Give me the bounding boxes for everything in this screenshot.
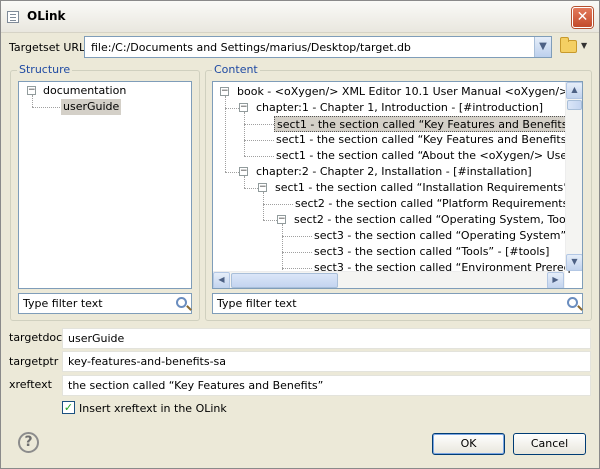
title-bar: OLink ✕ — [1, 1, 599, 33]
scroll-thumb[interactable] — [231, 273, 338, 288]
xreftext-label: xreftext — [9, 378, 52, 391]
tree-connector — [32, 95, 33, 107]
search-icon[interactable] — [567, 297, 578, 308]
collapse-icon[interactable]: − — [258, 183, 267, 192]
collapse-icon[interactable]: − — [239, 103, 248, 112]
scroll-up-button[interactable]: ▲ — [566, 82, 582, 99]
structure-filter-input[interactable]: Type filter text — [18, 293, 192, 314]
close-button[interactable]: ✕ — [572, 7, 593, 28]
structure-group-title: Structure — [17, 63, 73, 76]
collapse-icon[interactable]: − — [239, 167, 248, 176]
targetdoc-field[interactable]: userGuide — [62, 328, 591, 349]
targetptr-field[interactable]: key-features-and-benefits-sa — [62, 351, 591, 372]
chevron-down-icon[interactable]: ▼ — [534, 37, 551, 57]
folder-icon — [560, 37, 577, 53]
tree-connector — [225, 172, 239, 173]
tree-item-sect1-about[interactable]: sect1 - the section called “About the <o… — [276, 148, 582, 164]
tree-item-sect2-platform[interactable]: sect2 - the section called “Platform Req… — [295, 196, 582, 212]
tree-connector — [244, 188, 258, 189]
tree-connector — [282, 236, 312, 237]
dialog-title: OLink — [27, 9, 66, 23]
targetset-url-combo[interactable]: file:/C:/Documents and Settings/marius/D… — [84, 36, 552, 58]
tree-connector — [244, 176, 245, 188]
help-icon[interactable]: ? — [18, 432, 39, 453]
tree-connector — [32, 107, 60, 108]
tree-connector — [282, 268, 312, 269]
tree-connector — [263, 220, 277, 221]
content-tree[interactable]: − book - <oXygen/> XML Editor 10.1 User … — [212, 81, 583, 289]
tree-item-userguide[interactable]: userGuide — [61, 99, 122, 115]
tree-connector — [244, 124, 274, 125]
tree-item-sect3-operating-system[interactable]: sect3 - the section called “Operating Sy… — [314, 228, 582, 244]
tree-item-sect3-tools[interactable]: sect3 - the section called “Tools” - [#t… — [314, 244, 549, 260]
scroll-down-button[interactable]: ▼ — [566, 254, 582, 271]
content-group-title: Content — [212, 63, 260, 76]
tree-connector — [263, 204, 293, 205]
content-vertical-scrollbar[interactable]: ▲ ▼ — [565, 82, 582, 271]
scroll-left-button[interactable]: ◀ — [213, 272, 230, 288]
tree-item-sect1-key-features[interactable]: sect1 - the section called “Key Features… — [274, 116, 582, 132]
chevron-down-icon: ▼ — [581, 41, 588, 50]
dialog-icon — [7, 11, 19, 23]
insert-xreftext-checkbox[interactable]: ✓ — [62, 401, 75, 414]
collapse-icon[interactable]: − — [277, 215, 286, 224]
content-filter-input[interactable]: Type filter text — [212, 293, 583, 314]
targetdoc-label: targetdoc — [9, 331, 63, 344]
tree-connector — [244, 156, 274, 157]
targetset-url-label: Targetset URL — [9, 41, 86, 54]
search-icon[interactable] — [176, 297, 187, 308]
targetset-url-value: file:/C:/Documents and Settings/marius/D… — [91, 41, 411, 54]
cancel-button[interactable]: Cancel — [513, 433, 586, 455]
tree-connector — [244, 140, 274, 141]
content-horizontal-scrollbar[interactable]: ◀ ▶ — [213, 271, 565, 288]
browse-folder-button[interactable]: ▼ — [557, 36, 591, 58]
ok-button[interactable]: OK — [432, 433, 505, 455]
insert-xreftext-label[interactable]: Insert xreftext in the OLink — [79, 402, 227, 415]
scroll-right-button[interactable]: ▶ — [547, 272, 564, 288]
olink-dialog: OLink ✕ Targetset URL file:/C:/Documents… — [0, 0, 600, 469]
xreftext-field[interactable]: the section called “Key Features and Ben… — [62, 375, 591, 396]
tree-connector — [244, 112, 245, 156]
collapse-icon[interactable]: − — [220, 87, 229, 96]
targetptr-label: targetptr — [9, 355, 59, 368]
tree-item-sect1-key-features-2[interactable]: sect1 - the section called “Key Features… — [276, 132, 582, 148]
tree-connector — [282, 252, 312, 253]
tree-connector — [225, 108, 239, 109]
collapse-icon[interactable]: − — [27, 86, 36, 95]
structure-tree[interactable]: − documentation userGuide — [18, 81, 192, 289]
tree-connector — [263, 192, 264, 220]
scroll-thumb[interactable] — [567, 100, 582, 110]
